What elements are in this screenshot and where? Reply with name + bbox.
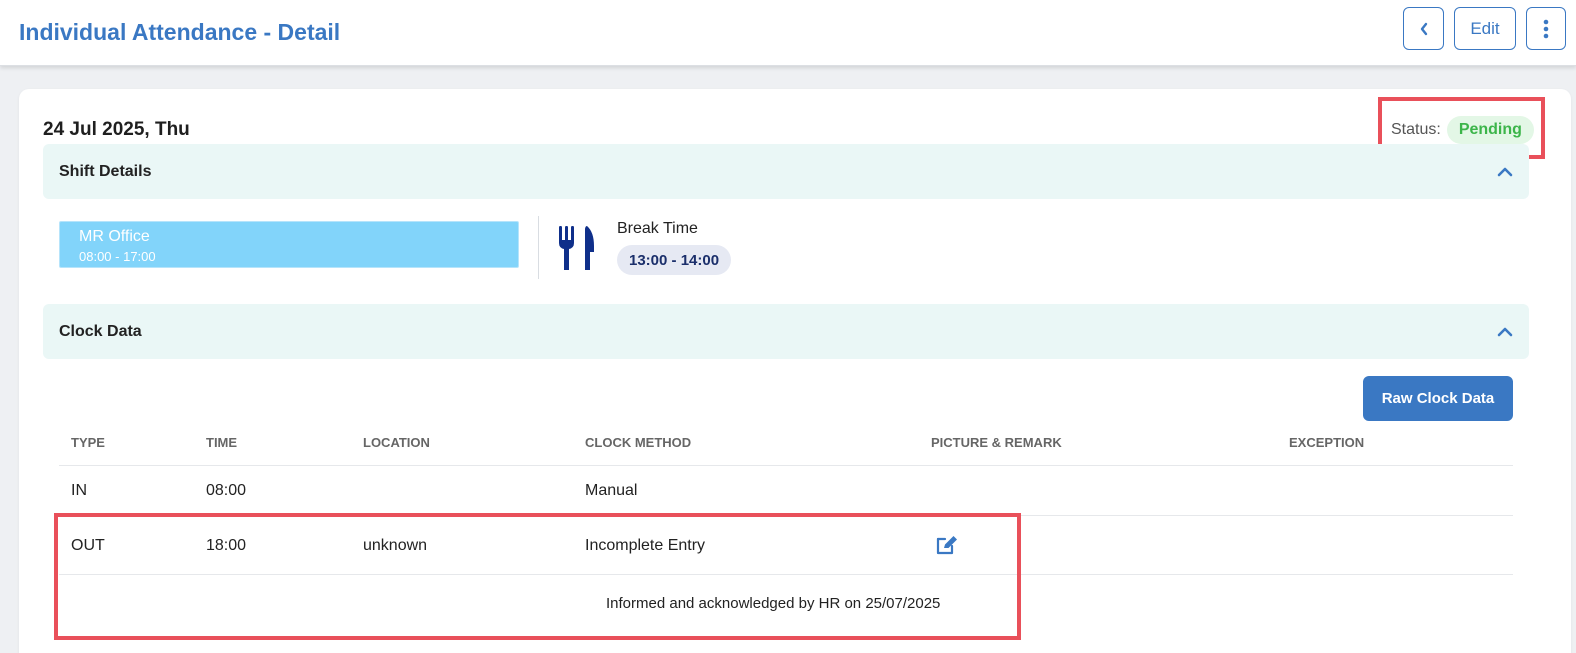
chevron-up-icon[interactable] [1495,162,1515,182]
edit-icon[interactable] [936,535,958,555]
row-in-method: Manual [585,482,638,499]
shift-name: MR Office [79,228,150,245]
row-in-time: 08:00 [206,482,247,499]
cutlery-icon [559,226,594,270]
shift-divider [538,216,539,279]
more-options-button[interactable] [1526,7,1566,50]
break-time-pill: 13:00 - 14:00 [617,245,732,275]
row-in-type: IN [71,482,87,499]
table-divider [59,515,1513,516]
status-label: Status: [1391,121,1441,138]
back-button[interactable] [1403,7,1444,50]
shift-time: 08:00 - 17:00 [79,249,156,264]
status-field: Status: Pending [1391,116,1534,144]
row-out-method: Incomplete Entry [585,537,706,554]
column-header-picture-remark: PICTURE & REMARK [931,435,1062,450]
shift-block: MR Office 08:00 - 17:00 [59,221,519,268]
raw-clock-data-button[interactable]: Raw Clock Data [1363,376,1513,421]
shift-details-title: Shift Details [59,163,152,180]
row-out-time: 18:00 [206,537,247,554]
edit-button[interactable]: Edit [1454,7,1516,50]
column-header-exception: EXCEPTION [1289,435,1365,450]
row-out-type: OUT [71,537,105,554]
more-vertical-icon [1543,19,1549,38]
clock-data-title: Clock Data [59,323,142,340]
status-badge: Pending [1446,116,1534,144]
chevron-left-icon [1420,22,1427,35]
chevron-up-icon[interactable] [1495,322,1515,342]
row-out-location: unknown [363,537,428,554]
column-header-time: TIME [206,435,238,450]
column-header-clock-method: CLOCK METHOD [585,435,692,450]
column-header-location: LOCATION [363,435,430,450]
break-time-title: Break Time [617,220,698,237]
page-title: Individual Attendance - Detail [19,19,341,45]
clock-data-header[interactable]: Clock Data [43,304,1529,359]
attendance-date: 24 Jul 2025, Thu [43,119,190,140]
page-header: Individual Attendance - Detail Edit [0,0,1576,66]
column-header-type: TYPE [71,435,105,450]
table-divider [59,465,1513,466]
row-out-remark: Informed and acknowledged by HR on 25/07… [606,595,941,612]
shift-details-header[interactable]: Shift Details [43,144,1529,199]
table-divider [59,574,1513,575]
